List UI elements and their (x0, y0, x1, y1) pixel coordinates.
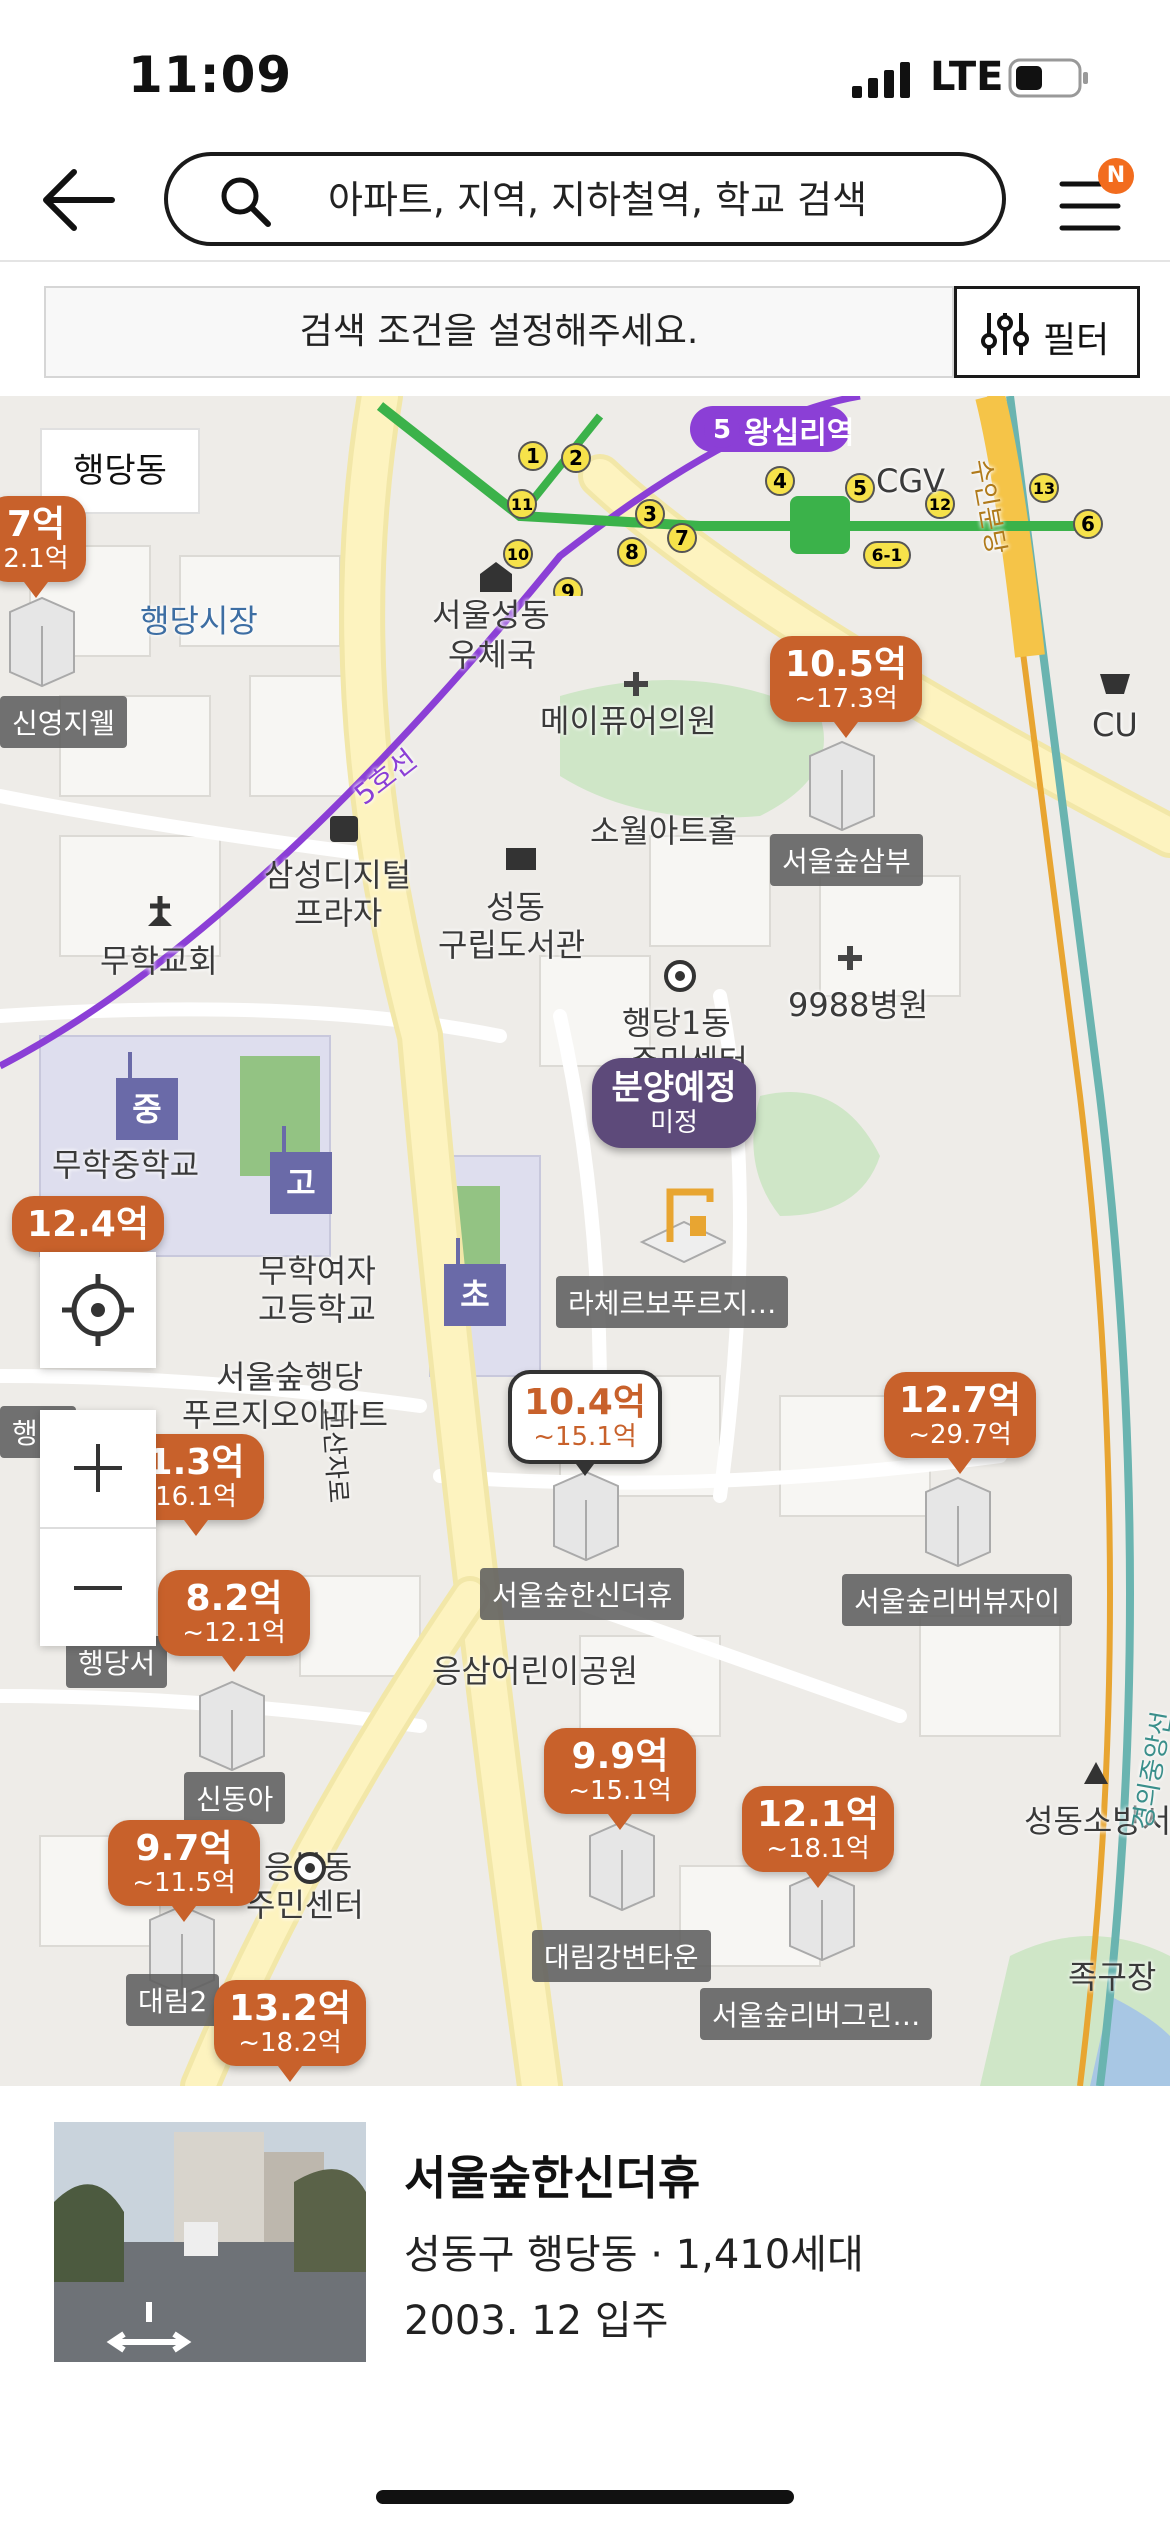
complex-tag[interactable]: 서울숲리버뷰자이 (842, 1574, 1073, 1626)
search-bar[interactable] (164, 152, 1006, 246)
apartment-icon[interactable] (190, 1676, 274, 1772)
complex-tag[interactable]: 대림강변타운 (532, 1930, 711, 1982)
street-photo (54, 2122, 366, 2362)
apartment-icon[interactable] (0, 592, 84, 688)
zoom-in-icon[interactable] (40, 1410, 156, 1526)
church-icon (148, 896, 172, 926)
apartment-icon[interactable] (544, 1466, 628, 1562)
shop-icon (330, 816, 358, 842)
battery-icon (1008, 58, 1088, 98)
zoom-control (40, 1410, 156, 1646)
complex-tag[interactable]: 신동아 (184, 1772, 286, 1824)
price-marker[interactable]: 12.4억 (12, 1196, 164, 1268)
signal-icon (852, 62, 910, 98)
price-marker[interactable]: 9.9억 ~15.1억 (544, 1728, 696, 1830)
network-label: LTE (930, 54, 1004, 100)
price-marker[interactable]: 9.7억 ~11.5억 (108, 1820, 260, 1922)
complex-tag[interactable]: 서울숲한신더휴 (480, 1568, 685, 1620)
price-marker[interactable]: 12.7억 ~29.7억 (884, 1372, 1036, 1474)
complex-tag[interactable]: 신영지웰 (0, 696, 128, 748)
home-indicator[interactable] (376, 2490, 794, 2504)
search-icon (221, 177, 271, 227)
filter-row: 검색 조건을 설정해주세요. 필터 (0, 264, 1170, 396)
menu-button[interactable]: N (1058, 158, 1138, 236)
listing-thumbnail[interactable] (54, 2122, 366, 2362)
cart-icon (1100, 674, 1130, 694)
fire-station-icon (1084, 1762, 1108, 1784)
sliders-icon (981, 313, 1029, 355)
back-arrow-icon[interactable] (36, 162, 120, 238)
high-school-marker[interactable]: 고 (270, 1126, 332, 1214)
apartment-icon[interactable] (580, 1816, 664, 1912)
post-office-icon (480, 562, 512, 592)
presale-marker[interactable]: 분양예정 미정 (592, 1058, 756, 1148)
filter-button[interactable]: 필터 (954, 286, 1140, 378)
hospital-cross-icon (624, 672, 648, 696)
price-marker[interactable]: 12.1억 ~18.1억 (742, 1786, 894, 1888)
complex-tag[interactable]: 서울숲삼부 (770, 834, 923, 886)
complex-tag[interactable]: 대림2 (126, 1974, 220, 2026)
complex-tag[interactable]: 서울숲리버그린… (700, 1988, 933, 2040)
listing-move-in: 2003. 12 입주 (404, 2298, 669, 2344)
status-time: 11:09 (128, 46, 293, 104)
library-icon (506, 848, 536, 870)
apartment-icon[interactable] (800, 736, 884, 832)
listing-card[interactable]: 서울숲한신더휴 성동구 행당동 · 1,410세대 2003. 12 입주 (0, 2086, 1170, 2532)
status-bar: 11:09 LTE (0, 0, 1170, 140)
elementary-school-marker[interactable]: 초 (444, 1238, 506, 1326)
listing-location: 성동구 행당동 · 1,410세대 (404, 2232, 864, 2278)
middle-school-marker[interactable]: 중 (116, 1052, 178, 1140)
map-view[interactable]: 행당동 5 왕십리역 1 2 3 4 5 6 7 8 9 10 11 12 13… (0, 396, 1170, 2086)
office-dot-icon (294, 1852, 326, 1884)
complex-tag[interactable]: 라체르보푸르지… (556, 1276, 789, 1328)
locate-me-button[interactable] (40, 1252, 156, 1368)
price-marker[interactable]: 8.2억 ~12.1억 (158, 1570, 310, 1672)
price-marker[interactable]: 13.2억 ~18.2억 (214, 1980, 366, 2082)
apartment-icon[interactable] (916, 1472, 1000, 1568)
crosshair-icon (62, 1274, 134, 1346)
search-input[interactable] (328, 172, 968, 228)
filter-label: 필터 (1043, 320, 1110, 361)
selected-price-marker[interactable]: 10.4억 ~15.1억 (508, 1370, 662, 1476)
zoom-out-icon[interactable] (40, 1530, 156, 1646)
top-bar: N (0, 140, 1170, 262)
listing-name: 서울숲한신더휴 (404, 2151, 701, 2205)
notification-badge: N (1098, 158, 1134, 194)
hospital-cross-icon (838, 946, 862, 970)
search-condition-button[interactable]: 검색 조건을 설정해주세요. (44, 286, 954, 378)
price-marker[interactable]: 7억 2.1억 (0, 496, 86, 598)
office-dot-icon (664, 960, 696, 992)
construction-icon[interactable] (630, 1172, 726, 1268)
price-marker[interactable]: 10.5억 ~17.3억 (770, 636, 922, 738)
